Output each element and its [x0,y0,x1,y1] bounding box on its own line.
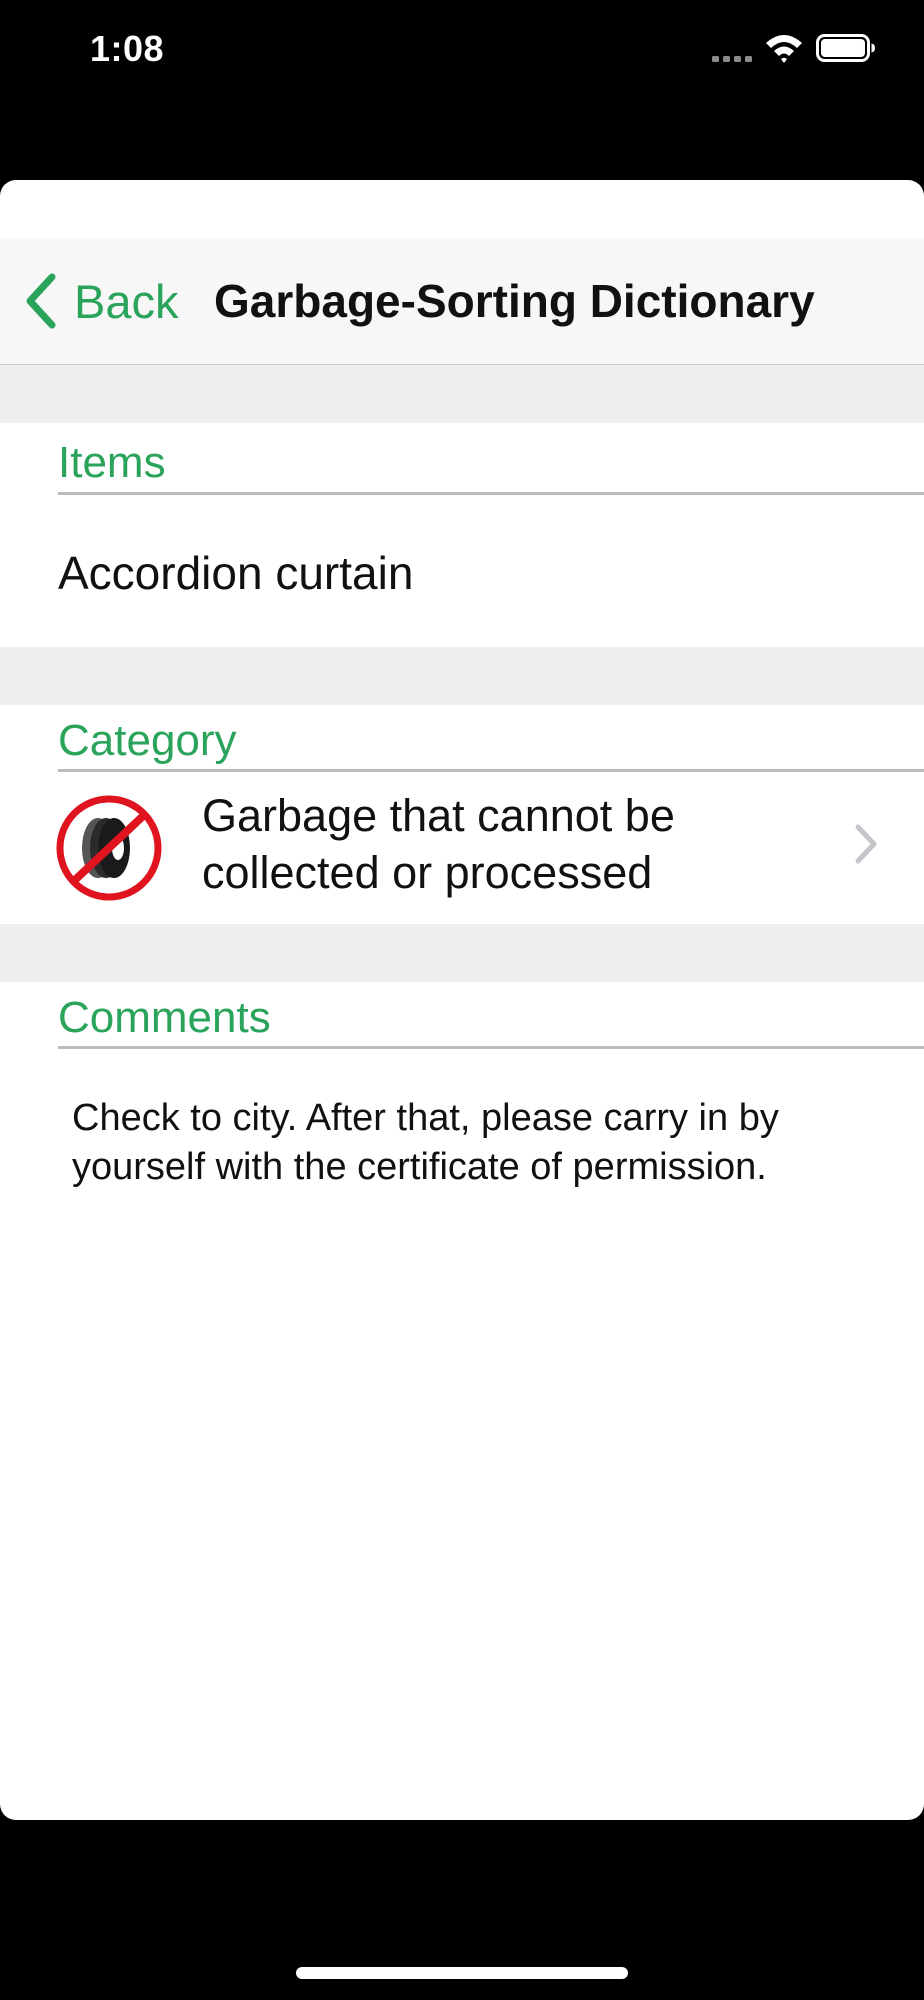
items-section-header: Items [58,438,166,487]
status-bar: 1:08 [0,0,924,100]
back-label: Back [74,274,179,328]
section-spacer [0,365,924,423]
battery-icon [816,34,875,62]
navigation-bar: Back Garbage-Sorting Dictionary [0,238,924,365]
chevron-right-icon [855,824,877,864]
category-section-header: Category [58,716,237,765]
comments-section-header: Comments [58,993,271,1042]
items-divider [58,492,924,495]
status-time: 1:08 [90,28,165,69]
section-spacer [0,924,924,982]
chevron-left-icon [26,273,56,329]
comments-text: Check to city. After that, please carry … [72,1097,779,1188]
wifi-icon [766,35,802,63]
prohibited-tire-icon [56,795,162,901]
back-button[interactable]: Back [22,238,179,364]
cellular-signal-icon [712,56,752,62]
comments-divider [58,1046,924,1049]
home-indicator[interactable] [296,1967,628,1979]
detail-sheet: Back Garbage-Sorting Dictionary Items Ac… [0,180,924,1820]
page-title: Garbage-Sorting Dictionary [214,275,815,327]
category-row[interactable]: Garbage that cannot be collected or proc… [0,773,924,923]
category-divider [58,769,924,772]
item-name: Accordion curtain [58,547,414,599]
section-spacer [0,647,924,705]
category-label: Garbage that cannot be collected or proc… [202,790,675,898]
